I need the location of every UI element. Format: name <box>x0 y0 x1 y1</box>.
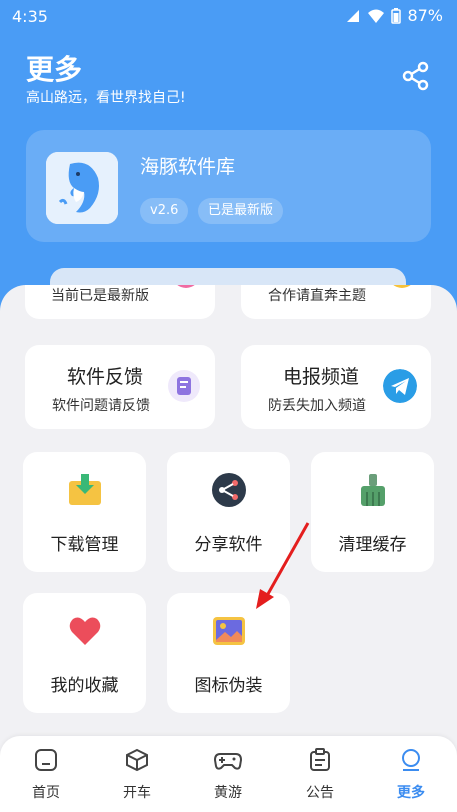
broom-icon <box>360 474 385 506</box>
cooperation-label: 合作请直奔主题 <box>268 288 366 304</box>
status-bar: 4:35 87% <box>0 0 457 32</box>
clear-cache-card[interactable]: 清理缓存 <box>311 452 434 572</box>
update-status-badge: 已是最新版 <box>198 198 284 224</box>
update-icon <box>177 285 195 288</box>
telegram-card[interactable]: 电报频道 防丢失加入频道 <box>241 345 431 429</box>
content-sheet: 当前已是最新版 合作请直奔主题 软件反馈 软件问题请反馈 电报频道 防丢失加入频… <box>0 285 457 745</box>
download-icon <box>68 474 101 505</box>
notice-icon <box>310 748 330 771</box>
nav-games-label: 黄游 <box>214 785 242 801</box>
dolphin-icon <box>46 152 118 224</box>
feedback-subtitle: 软件问题请反馈 <box>52 398 150 414</box>
nav-more[interactable]: 更多 <box>381 748 441 802</box>
feedback-card[interactable]: 软件反馈 软件问题请反馈 <box>25 345 215 429</box>
cooperation-card[interactable]: 合作请直奔主题 <box>241 285 431 319</box>
signal-icon <box>347 9 360 22</box>
app-info-card: 海豚软件库 v2.6 已是最新版 <box>26 130 431 242</box>
nav-notice-label: 公告 <box>306 785 334 801</box>
telegram-title: 电报频道 <box>283 366 360 388</box>
telegram-subtitle: 防丢失加入频道 <box>268 398 366 414</box>
nav-home[interactable]: 首页 <box>16 748 76 802</box>
feedback-icon <box>168 370 200 402</box>
icon-disguise-label: 图标伪装 <box>194 676 263 696</box>
clear-cache-label: 清理缓存 <box>338 535 407 555</box>
cube-icon <box>126 748 148 772</box>
annotation-arrow <box>256 522 310 609</box>
app-logo <box>46 152 118 224</box>
nav-drive[interactable]: 开车 <box>107 748 167 802</box>
nav-more-label: 更多 <box>397 785 425 801</box>
check-update-card[interactable]: 当前已是最新版 <box>25 285 215 319</box>
app-name: 海豚软件库 <box>140 156 236 178</box>
home-icon <box>35 749 57 771</box>
battery-icon <box>391 7 402 24</box>
page-subtitle: 高山路远，看世界找自己! <box>26 90 186 106</box>
share-icon <box>211 473 246 507</box>
share-icon[interactable] <box>400 60 432 92</box>
download-manager-label: 下载管理 <box>50 535 119 555</box>
version-badge: v2.6 <box>140 198 189 224</box>
status-icons: 87% <box>345 6 443 25</box>
heart-icon <box>69 617 100 645</box>
feedback-title: 软件反馈 <box>67 366 144 388</box>
emoji-icon <box>393 285 411 288</box>
nav-home-label: 首页 <box>32 785 60 801</box>
bottom-navigation: 首页 开车 黄游 公告 更多 <box>0 736 457 812</box>
image-icon <box>212 617 245 645</box>
wifi-icon <box>368 9 385 23</box>
favorites-label: 我的收藏 <box>50 676 119 696</box>
more-icon <box>402 749 420 771</box>
telegram-icon <box>383 369 417 403</box>
check-update-label: 当前已是最新版 <box>51 288 149 304</box>
gamepad-icon <box>213 753 243 770</box>
page-title: 更多 <box>26 53 83 86</box>
nav-drive-label: 开车 <box>123 785 151 801</box>
favorites-card[interactable]: 我的收藏 <box>23 593 146 713</box>
nav-notice[interactable]: 公告 <box>290 748 350 802</box>
status-time: 4:35 <box>12 7 48 26</box>
battery-percent: 87% <box>407 6 443 25</box>
nav-games[interactable]: 黄游 <box>198 748 258 802</box>
download-manager-card[interactable]: 下载管理 <box>23 452 146 572</box>
